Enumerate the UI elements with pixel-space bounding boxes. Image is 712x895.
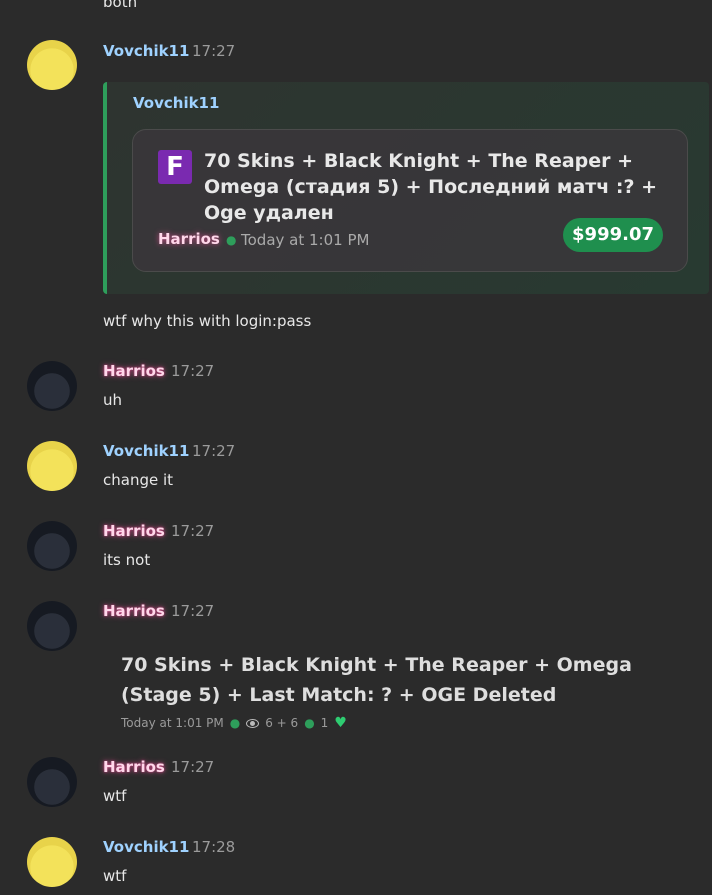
author-name[interactable]: Vovchik11 xyxy=(103,42,189,60)
avatar[interactable] xyxy=(27,361,77,411)
separator-dot: ● xyxy=(229,716,241,730)
heart-icon[interactable]: ♥ xyxy=(334,715,347,731)
timestamp: 17:27 xyxy=(171,758,215,776)
avatar[interactable] xyxy=(27,40,77,90)
timestamp: 17:27 xyxy=(192,42,236,60)
views-count: 6 + 6 xyxy=(265,716,299,730)
listing-time: Today at 1:01 PM xyxy=(241,231,370,249)
message-text: change it xyxy=(103,471,174,489)
timestamp: 17:28 xyxy=(192,838,236,856)
message-text: wtf xyxy=(103,867,127,885)
listing-time: Today at 1:01 PM xyxy=(121,716,224,730)
timestamp: 17:27 xyxy=(171,362,215,380)
timestamp: 17:27 xyxy=(171,522,215,540)
listing-meta: Today at 1:01 PM ● 6 + 6 ● 1 ♥ xyxy=(121,715,347,731)
author-name[interactable]: Vovchik11 xyxy=(103,838,189,856)
author-name[interactable]: Harrios xyxy=(103,758,165,776)
listing-title[interactable]: 70 Skins + Black Knight + The Reaper + O… xyxy=(204,148,674,226)
message-text: uh xyxy=(103,391,123,409)
timestamp: 17:27 xyxy=(171,602,215,620)
embed: Vovchik11 F 70 Skins + Black Knight + Th… xyxy=(103,82,709,294)
embed-author[interactable]: Vovchik11 xyxy=(133,94,219,112)
separator-dot: ● xyxy=(226,233,237,247)
message-text: both xyxy=(103,0,138,11)
avatar[interactable] xyxy=(27,757,77,807)
listing-card[interactable]: F 70 Skins + Black Knight + The Reaper +… xyxy=(132,129,688,272)
likes-count: 1 xyxy=(320,716,329,730)
price-badge: $999.07 xyxy=(563,218,663,252)
avatar[interactable] xyxy=(27,441,77,491)
author-name[interactable]: Vovchik11 xyxy=(103,442,189,460)
separator-dot: ● xyxy=(304,716,315,730)
fortnite-icon: F xyxy=(158,150,192,184)
message-text: wtf why this with login:pass xyxy=(103,312,312,330)
avatar[interactable] xyxy=(27,837,77,887)
author-name[interactable]: Harrios xyxy=(103,602,165,620)
timestamp: 17:27 xyxy=(192,442,236,460)
avatar[interactable] xyxy=(27,521,77,571)
avatar[interactable] xyxy=(27,601,77,651)
seller-name[interactable]: Harrios xyxy=(158,230,220,248)
message-text: wtf xyxy=(103,787,127,805)
message-text: its not xyxy=(103,551,151,569)
eye-icon xyxy=(246,718,260,728)
author-name[interactable]: Harrios xyxy=(103,522,165,540)
listing-title[interactable]: 70 Skins + Black Knight + The Reaper + O… xyxy=(121,650,681,710)
author-name[interactable]: Harrios xyxy=(103,362,165,380)
